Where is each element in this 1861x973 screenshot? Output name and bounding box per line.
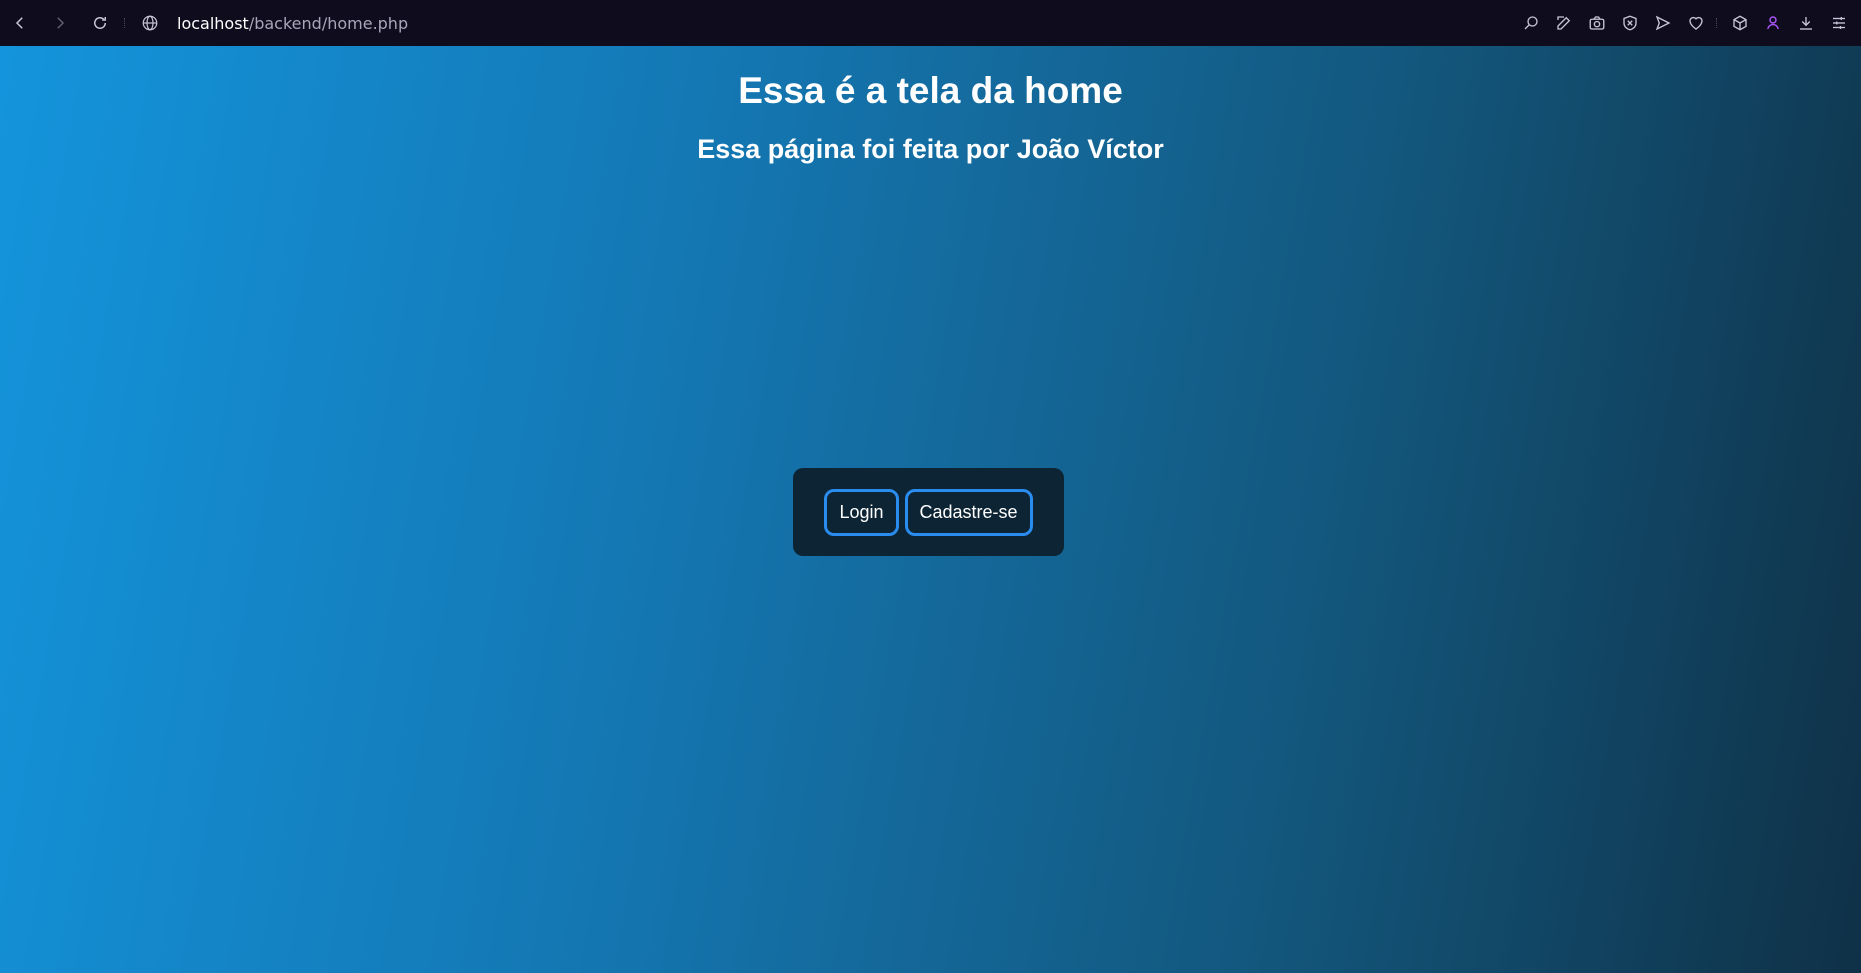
shield-icon[interactable] bbox=[1613, 3, 1646, 43]
toolbar-right bbox=[1514, 0, 1855, 46]
send-icon[interactable] bbox=[1646, 3, 1679, 43]
url-path: /backend/home.php bbox=[248, 13, 409, 33]
toolbar-separator bbox=[124, 18, 127, 28]
page-content: Essa é a tela da home Essa página foi fe… bbox=[0, 46, 1861, 973]
search-icon[interactable] bbox=[1514, 3, 1547, 43]
settings-icon[interactable] bbox=[1822, 3, 1855, 43]
back-button[interactable] bbox=[0, 3, 40, 43]
cube-icon[interactable] bbox=[1723, 3, 1756, 43]
chevron-left-icon bbox=[15, 17, 23, 29]
page-title: Essa é a tela da home bbox=[738, 70, 1123, 111]
login-button[interactable]: Login bbox=[824, 488, 899, 536]
signup-button[interactable]: Cadastre-se bbox=[904, 488, 1033, 536]
address-bar[interactable]: localhost/backend/home.php bbox=[141, 14, 408, 33]
download-icon[interactable] bbox=[1789, 3, 1822, 43]
toolbar-separator bbox=[1716, 18, 1719, 28]
reload-button[interactable] bbox=[80, 3, 120, 43]
browser-toolbar: localhost/backend/home.php bbox=[0, 0, 1861, 46]
reload-icon bbox=[94, 17, 106, 29]
auth-button-container: Login Cadastre-se bbox=[793, 468, 1064, 556]
url-host: localhost bbox=[177, 13, 249, 33]
chevron-right-icon bbox=[57, 17, 65, 29]
heart-icon[interactable] bbox=[1679, 3, 1712, 43]
globe-icon bbox=[141, 14, 159, 32]
page-subtitle: Essa página foi feita por João Víctor bbox=[697, 134, 1164, 164]
edit-icon[interactable] bbox=[1547, 3, 1580, 43]
profile-icon[interactable] bbox=[1756, 3, 1789, 43]
forward-button[interactable] bbox=[40, 3, 80, 43]
camera-icon[interactable] bbox=[1580, 3, 1613, 43]
